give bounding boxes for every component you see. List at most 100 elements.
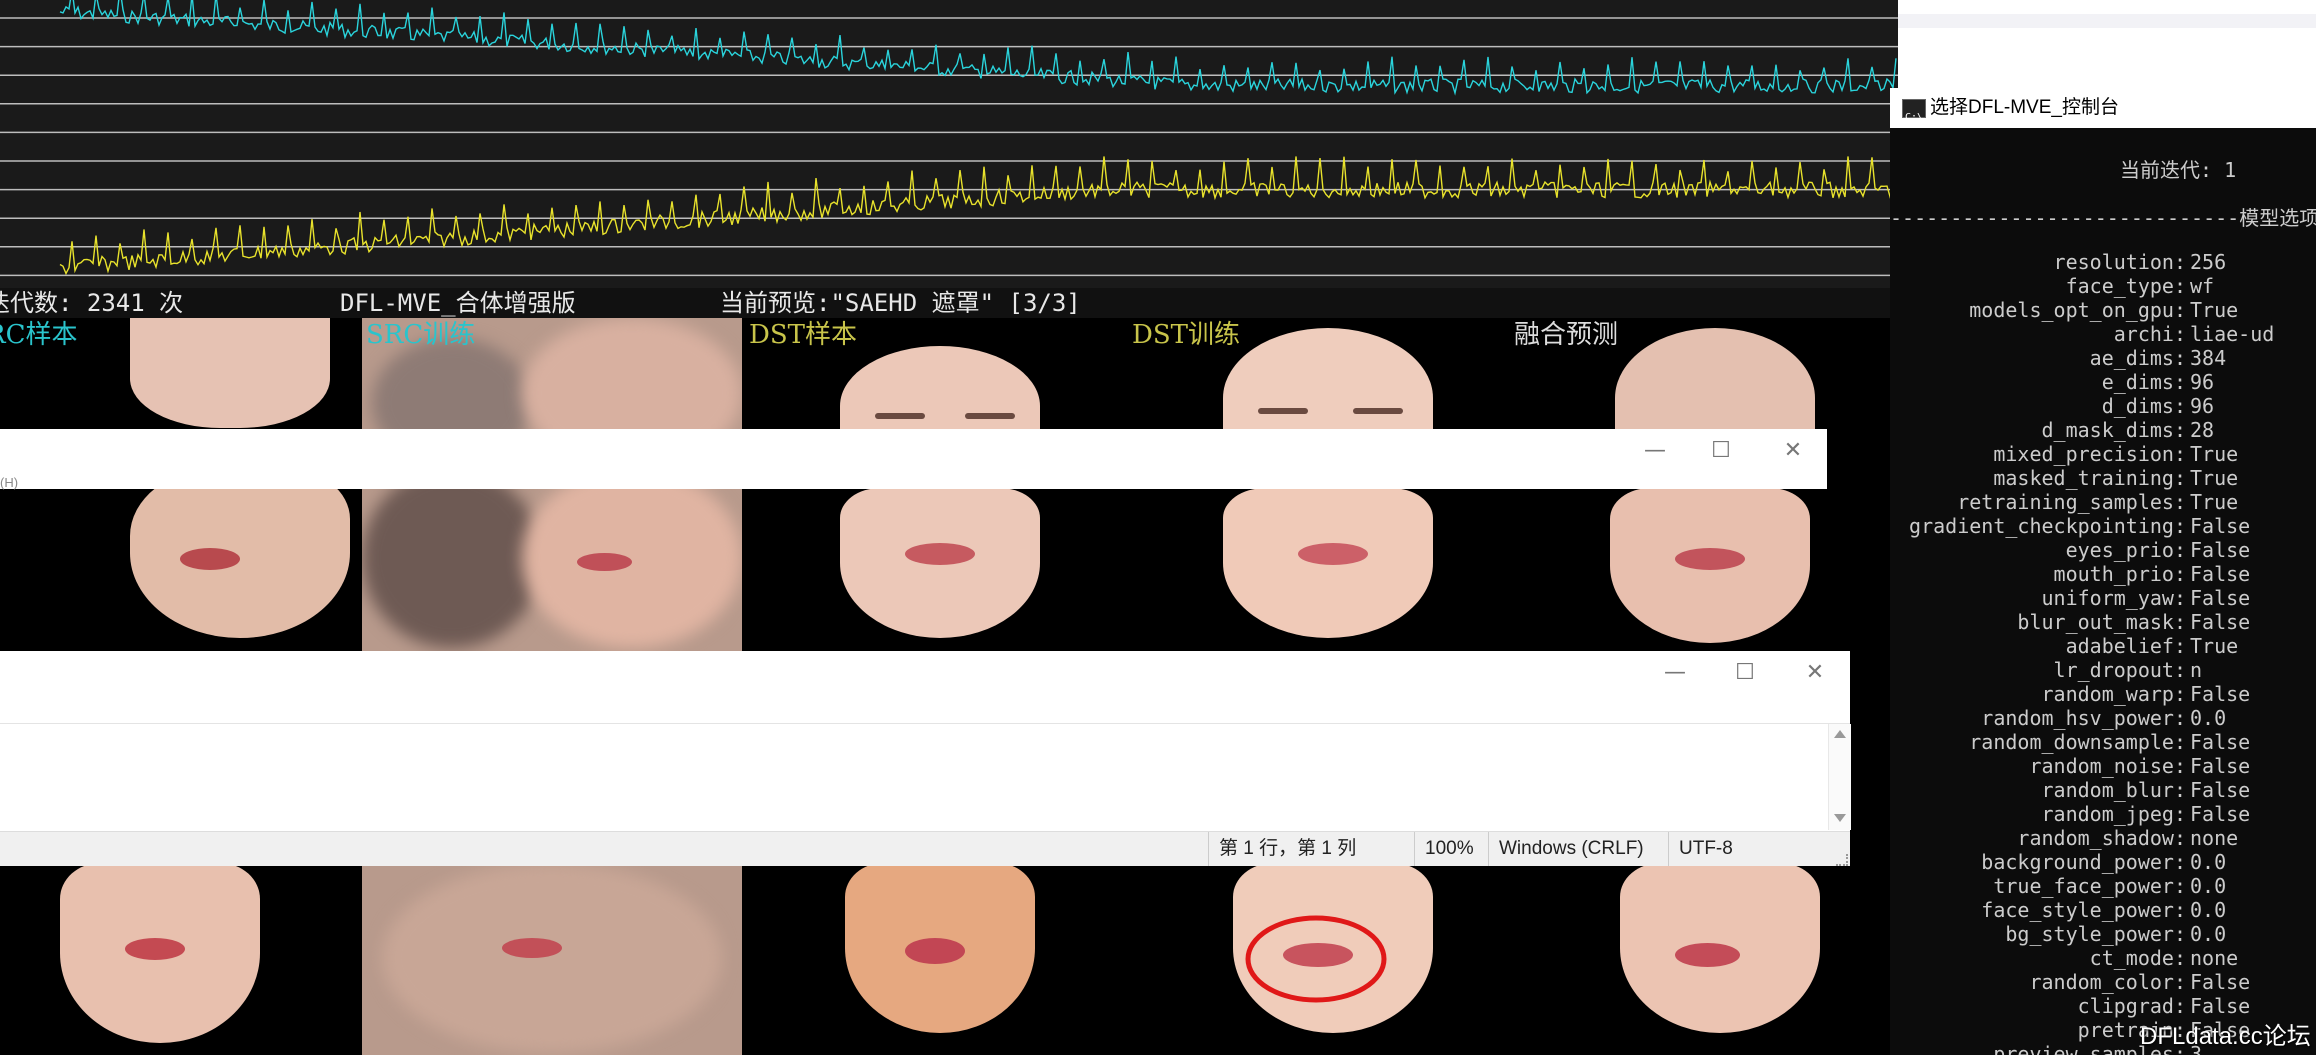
column-header-merged: 融合预测: [1514, 320, 1619, 350]
src-face-top: [130, 318, 330, 428]
console-titlebar[interactable]: C:\ 选择DFL-MVE_控制台: [1890, 88, 2316, 128]
column-header-dst-train: DST训练: [1132, 320, 1240, 350]
option-key: clipgrad:: [2077, 994, 2186, 1018]
option-row: ae_dims: 384: [1890, 346, 2316, 370]
option-value: 0.0: [2190, 898, 2227, 922]
option-key: face_style_power:: [1981, 898, 2186, 922]
option-key: true_face_power:: [1993, 874, 2186, 898]
dst-brow-right: [965, 413, 1015, 419]
option-value: False: [2190, 610, 2251, 634]
option-row: random_blur: False: [1890, 778, 2316, 802]
option-row: archi: liae-ud: [1890, 322, 2316, 346]
console-title: 选择DFL-MVE_控制台: [1930, 97, 2119, 118]
option-value: liae-ud: [2190, 322, 2275, 346]
minimize-button[interactable]: —: [1640, 440, 1670, 462]
option-value: True: [2190, 466, 2239, 490]
option-key: random_warp:: [2041, 682, 2187, 706]
option-value: 0.0: [2190, 922, 2227, 946]
option-value: none: [2190, 826, 2239, 850]
notepad-text-area[interactable]: [0, 724, 1828, 830]
notepad-titlebar: — ☐ ✕: [0, 651, 1850, 724]
close-button[interactable]: ✕: [1800, 662, 1830, 684]
option-key: ae_dims:: [2089, 346, 2186, 370]
training-preview-window: 迭代数: 2341 次 DFL-MVE_合体增强版 当前预览:"SAEHD 遮罩…: [0, 0, 1898, 1055]
option-row: d_mask_dims: 28: [1890, 418, 2316, 442]
option-row: gradient_checkpointing: False: [1890, 514, 2316, 538]
option-value: False: [2190, 970, 2251, 994]
option-row: models_opt_on_gpu: True: [1890, 298, 2316, 322]
src-mouth-bottom: [125, 938, 185, 960]
option-row: mixed_precision: True: [1890, 442, 2316, 466]
option-row: true_face_power: 0.0: [1890, 874, 2316, 898]
option-row: blur_out_mask: False: [1890, 610, 2316, 634]
option-row: background_power: 0.0: [1890, 850, 2316, 874]
cursor-position: 第 1 行，第 1 列: [1208, 832, 1417, 866]
option-row: bg_style_power: 0.0: [1890, 922, 2316, 946]
option-key: uniform_yaw:: [2041, 586, 2187, 610]
src-train-mouth-bottom: [502, 938, 562, 958]
scroll-up-icon[interactable]: [1834, 730, 1846, 738]
maximize-button[interactable]: ☐: [1730, 662, 1760, 684]
option-key: mouth_prio:: [2053, 562, 2186, 586]
watermark: DFLdata.cc论坛: [2140, 1023, 2311, 1050]
option-value: False: [2190, 538, 2251, 562]
option-value: False: [2190, 562, 2251, 586]
option-value: False: [2190, 514, 2251, 538]
option-value: False: [2190, 994, 2251, 1018]
src-train-mouth: [577, 553, 632, 571]
console-app-icon: C:\: [1902, 99, 1926, 123]
option-value: 0.0: [2190, 706, 2227, 730]
dst-loss-line: [59, 156, 1897, 276]
option-row: resolution: 256: [1890, 250, 2316, 274]
line-ending: Windows (CRLF): [1488, 832, 1659, 866]
option-key: random_shadow:: [2017, 826, 2186, 850]
option-key: retraining_samples:: [1957, 490, 2186, 514]
column-header-src-sample: RC样本: [0, 320, 78, 350]
option-value: 0.0: [2190, 874, 2227, 898]
option-value: True: [2190, 298, 2239, 322]
console-window: C:\ 选择DFL-MVE_控制台 当前迭代: 1 --------------…: [1890, 88, 2316, 1055]
option-row: uniform_yaw: False: [1890, 586, 2316, 610]
option-value: 256: [2190, 250, 2227, 274]
option-row: lr_dropout: n: [1890, 658, 2316, 682]
option-key: background_power:: [1981, 850, 2186, 874]
option-row: d_dims: 96: [1890, 394, 2316, 418]
option-value: n: [2190, 658, 2203, 682]
resize-grip-icon[interactable]: [1836, 854, 1848, 866]
scroll-down-icon[interactable]: [1834, 814, 1846, 822]
option-key: eyes_prio:: [2065, 538, 2186, 562]
maximize-button[interactable]: ☐: [1706, 440, 1736, 462]
option-value: 28: [2190, 418, 2215, 442]
option-row: face_style_power: 0.0: [1890, 898, 2316, 922]
src-mouth-mid: [180, 548, 240, 570]
option-key: archi:: [2113, 322, 2186, 346]
preview-status-bar: 迭代数: 2341 次 DFL-MVE_合体增强版 当前预览:"SAEHD 遮罩…: [0, 288, 1898, 318]
close-button[interactable]: ✕: [1778, 440, 1808, 462]
option-row: e_dims: 96: [1890, 370, 2316, 394]
option-row: random_color: False: [1890, 970, 2316, 994]
background-window-strip: [1898, 14, 2316, 28]
option-key: random_noise:: [2029, 754, 2186, 778]
src-train-blur-4: [522, 468, 742, 648]
option-value: 384: [2190, 346, 2227, 370]
column-header-dst-sample: DST样本: [749, 320, 857, 350]
option-key: models_opt_on_gpu:: [1969, 298, 2186, 322]
option-value: wf: [2190, 274, 2215, 298]
menu-help-fragment[interactable]: (H): [0, 475, 18, 490]
option-value: 96: [2190, 394, 2215, 418]
option-row: random_noise: False: [1890, 754, 2316, 778]
minimize-button[interactable]: —: [1660, 662, 1690, 684]
option-row: random_hsv_power: 0.0: [1890, 706, 2316, 730]
model-options-header: -----------------------------模型选项: [1890, 206, 2316, 230]
option-value: False: [2190, 754, 2251, 778]
option-key: ct_mode:: [2089, 946, 2186, 970]
option-key: adabelief:: [2065, 634, 2186, 658]
option-key: bg_style_power:: [2005, 922, 2186, 946]
option-row: eyes_prio: False: [1890, 538, 2316, 562]
current-iteration: 当前迭代: 1: [2120, 158, 2237, 182]
option-key: resolution:: [2053, 250, 2186, 274]
option-value: False: [2190, 682, 2251, 706]
merged-mouth-bottom: [1675, 943, 1740, 967]
vertical-scrollbar[interactable]: [1828, 724, 1851, 830]
option-row: random_jpeg: False: [1890, 802, 2316, 826]
